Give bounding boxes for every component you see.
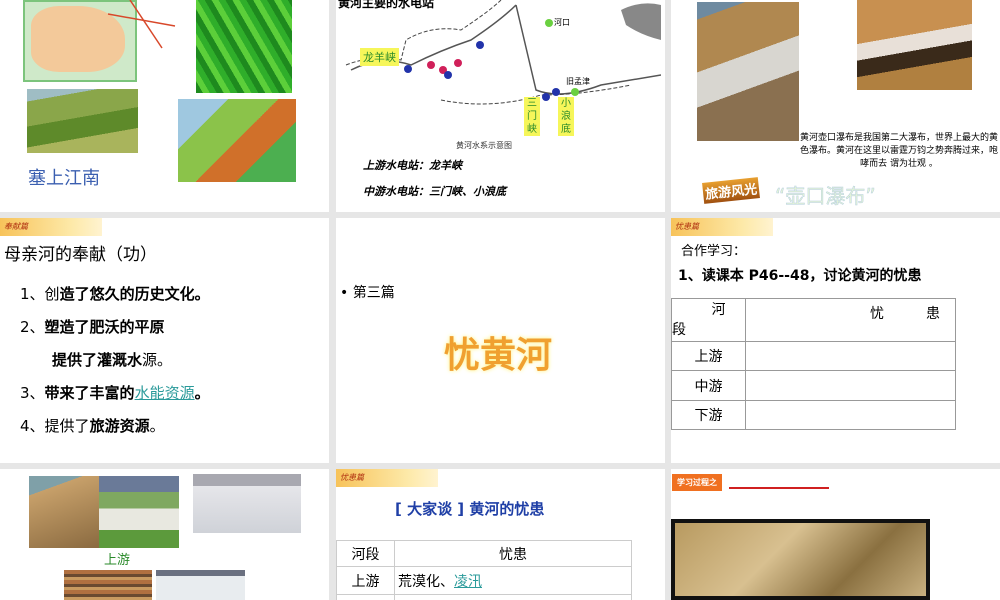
list-item: 2、塑造了肥沃的平原: [20, 311, 210, 344]
segment-cell: 上游: [671, 341, 746, 371]
grassland-sheep-image: [99, 476, 179, 548]
rock-video-frame[interactable]: [671, 519, 930, 600]
worry-cell: 荒漠化、凌汛: [394, 566, 632, 595]
worry-table: 河段忧患 上游 中游 下游: [671, 298, 956, 430]
slide-7-thumbnail[interactable]: 上游: [0, 469, 329, 600]
list-item: 3、带来了丰富的水能资源。: [20, 377, 210, 410]
item-number: 2、: [20, 318, 45, 336]
item-tail: 。: [149, 417, 165, 435]
bullet-item: • 第三篇: [340, 285, 395, 301]
slide-4-thumbnail[interactable]: 奉献篇 母亲河的奉献（功） 1、创造了悠久的历史文化。 2、塑造了肥沃的平原 提…: [0, 218, 329, 463]
green-fields-image: [196, 0, 292, 93]
item-text: 源。: [142, 351, 173, 369]
label-longyangxia: 龙羊峡: [360, 48, 399, 66]
river-system-map: [345, 0, 661, 105]
label-sanmenxia: 三 门 峡: [524, 97, 540, 136]
label-hekou: 河口: [554, 18, 570, 27]
section-tag: 忧患篇: [671, 218, 773, 236]
handwritten-underline: [729, 487, 829, 489]
aerial-farmland-image: [178, 99, 296, 182]
slide-title: 忧黄河: [444, 335, 553, 376]
slide-9-thumbnail[interactable]: 学习过程之: [671, 469, 1000, 600]
midstream-stations: 中游水电站：三门峡、小浪底: [363, 185, 506, 198]
desert-image: [29, 476, 99, 548]
worry-table: 河段 忧患 上游 荒漠化、凌汛: [336, 540, 632, 600]
header-segment: 河段: [671, 298, 746, 342]
intro-text: 合作学习：: [681, 244, 747, 259]
slide-caption: 上游: [104, 553, 131, 568]
contribution-list: 1、创造了悠久的历史文化。 2、塑造了肥沃的平原 提供了灌溉水源。 3、带来了丰…: [20, 278, 210, 443]
slide-3-thumbnail[interactable]: 黄河壶口瀑布是我国第二大瀑布，世界上最大的黄色瀑布。黄河在这里以雷霆万钧之势奔腾…: [671, 0, 1000, 212]
worry-cell[interactable]: [745, 400, 956, 430]
table-row: 上游: [671, 341, 956, 371]
process-badge: 学习过程之: [672, 474, 722, 491]
ice-river-image: [193, 474, 301, 533]
header-cell: 忧患: [394, 540, 632, 567]
table-row: [336, 594, 632, 600]
header-text: 忧: [870, 306, 884, 322]
river-farmland-image: [27, 89, 138, 153]
segment-cell: [336, 594, 395, 600]
slide-title: “壶口瀑布”: [775, 184, 876, 209]
item-number: 4、: [20, 417, 45, 435]
arrows-icon: [107, 0, 176, 49]
item-text-bold: 旅游资源: [89, 417, 150, 435]
list-item: 1、创造了悠久的历史文化。: [20, 278, 210, 311]
label-xiaolangdi: 小 浪 底: [558, 97, 574, 136]
segment-cell: 下游: [671, 400, 746, 430]
table-row: 中游: [671, 370, 956, 401]
section-tag: 忧患篇: [336, 469, 438, 487]
slide-title: 母亲河的奉献（功）: [4, 245, 157, 265]
worry-text: 荒漠化、: [398, 573, 454, 590]
waterfall-image-2: [857, 0, 972, 90]
item-text-bold: 提供了灌溉水: [52, 351, 143, 369]
bullet-text: 第三篇: [352, 285, 395, 301]
waterfall-image-1: [697, 2, 799, 141]
segment-cell: 上游: [336, 566, 395, 595]
table-row: 上游 荒漠化、凌汛: [336, 566, 632, 595]
item-text: 提供了: [44, 417, 90, 435]
header-worry: 忧患: [745, 298, 956, 342]
map-caption: 黄河水系示意图: [456, 141, 512, 150]
item-number: 3、: [20, 384, 45, 402]
section-tag: 奉献篇: [0, 218, 102, 236]
table-header-row: 河段 忧患: [336, 540, 632, 567]
task-text: 1、读课本 P46--48，讨论黄河的忧患: [678, 268, 922, 284]
label-jiumengjin: 旧孟津: [566, 77, 590, 86]
item-text-bold: 塑造了肥沃的平原: [44, 318, 165, 336]
slide-2-thumbnail[interactable]: 黄河主要的水电站 龙羊峡 河口 旧孟津 三 门 峡 小 浪 底 黄河水系示意图 …: [336, 0, 665, 212]
ice-flood-link[interactable]: 凌汛: [454, 574, 482, 590]
slide-5-thumbnail[interactable]: • 第三篇 忧黄河: [336, 218, 665, 463]
list-item: 4、提供了旅游资源。: [20, 410, 210, 443]
waterfall-description: 黄河壶口瀑布是我国第二大瀑布，世界上最大的黄色瀑布。黄河在这里以雷霆万钧之势奔腾…: [799, 133, 998, 169]
worry-cell[interactable]: [745, 341, 956, 371]
ice-floe-image: [156, 570, 245, 600]
upstream-stations: 上游水电站：龙羊峡: [363, 159, 462, 172]
header-text: 段: [672, 322, 686, 338]
item-text-bold: 带来了丰富的: [44, 384, 135, 402]
item-text-bold: 造了悠久的历史文化。: [59, 285, 210, 303]
worry-cell[interactable]: [745, 370, 956, 401]
segment-cell: 中游: [671, 370, 746, 401]
header-text: 患: [926, 306, 940, 322]
item-tail: 。: [194, 384, 210, 402]
slide-8-thumbnail[interactable]: 忧患篇 [ 大家谈 ] 黄河的忧患 河段 忧患 上游 荒漠化、凌汛: [336, 469, 665, 600]
hydropower-link[interactable]: 水能资源: [135, 384, 195, 402]
worry-cell: [394, 594, 632, 600]
loess-image: [64, 570, 152, 600]
header-cell: 河段: [336, 540, 395, 567]
slide-caption: 塞上江南: [28, 168, 100, 189]
list-item: 提供了灌溉水源。: [20, 344, 210, 377]
item-text: 创: [44, 285, 60, 303]
header-text: 河: [711, 302, 726, 318]
slide-title: [ 大家谈 ] 黄河的忧患: [395, 500, 545, 518]
slide-6-thumbnail[interactable]: 忧患篇 合作学习： 1、读课本 P46--48，讨论黄河的忧患 河段忧患 上游 …: [671, 218, 1000, 463]
table-row: 下游: [671, 400, 956, 430]
item-number: 1、: [20, 285, 45, 303]
tourism-badge: 旅游风光: [702, 177, 760, 204]
slide-1-thumbnail[interactable]: 塞上江南: [0, 0, 329, 212]
